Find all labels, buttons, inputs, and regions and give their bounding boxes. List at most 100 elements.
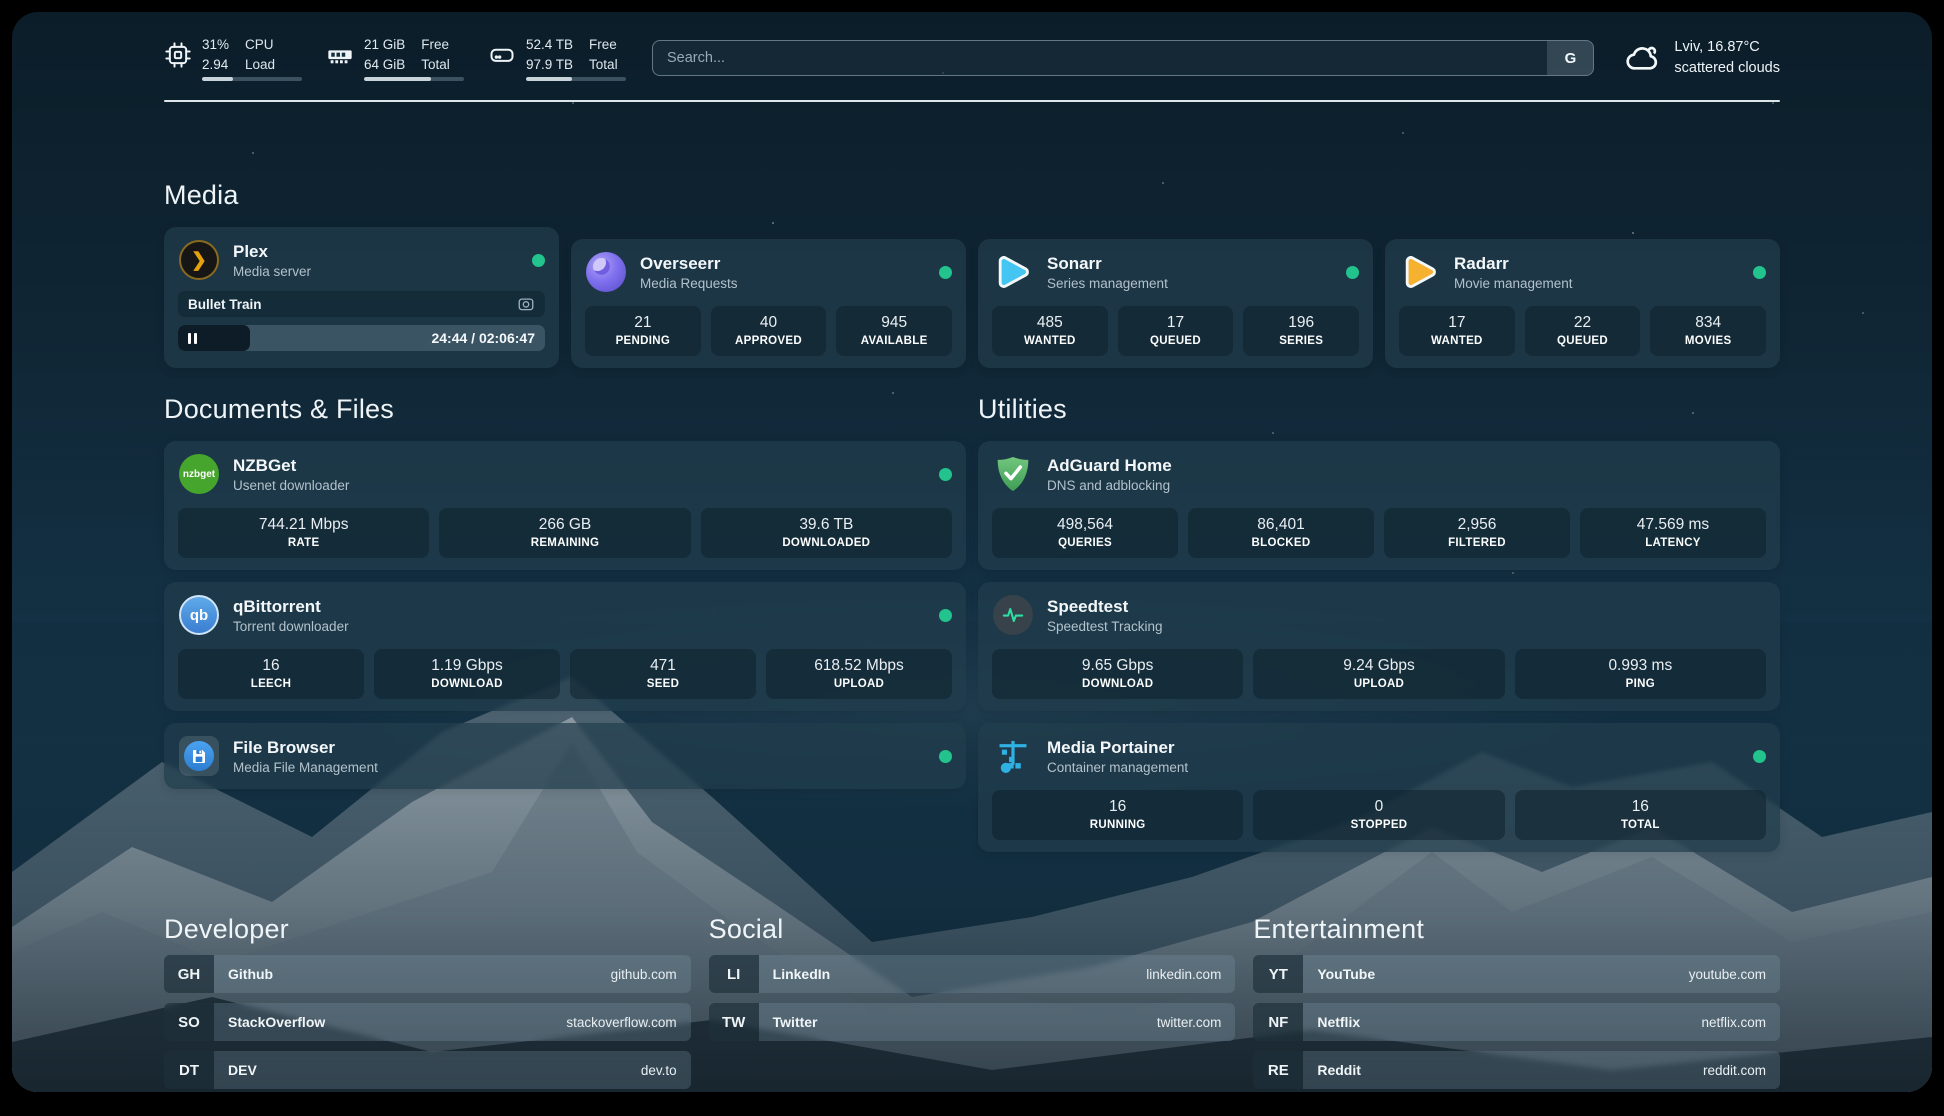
app-card-sonarr[interactable]: Sonarr Series management 485 WANTED 17 Q… (978, 239, 1373, 368)
stat-box: 21 PENDING (585, 306, 701, 356)
link-twitter[interactable]: TW Twitter twitter.com (709, 1003, 1236, 1041)
status-online-dot (1753, 750, 1766, 763)
qbittorrent-icon: qb (178, 594, 220, 636)
ram-free-value: 21 GiB (364, 35, 405, 55)
speedtest-icon (992, 594, 1034, 636)
app-subtitle: Media File Management (233, 760, 926, 775)
cpu-usage-value: 31% (202, 35, 229, 55)
app-subtitle: Usenet downloader (233, 478, 926, 493)
app-card-filebrowser[interactable]: File Browser Media File Management (164, 723, 966, 789)
stat-box: 16 TOTAL (1515, 790, 1766, 840)
search-bar[interactable]: G (652, 40, 1594, 76)
radarr-icon (1399, 251, 1441, 293)
app-subtitle: Media Requests (640, 276, 926, 291)
disk-free-label: Free (589, 35, 618, 55)
link-abbr-badge: DT (164, 1051, 214, 1089)
section-title-entertainment: Entertainment (1253, 914, 1780, 945)
search-engine-button[interactable]: G (1547, 41, 1593, 75)
stat-box: 471 SEED (570, 649, 756, 699)
ram-stat: 21 GiB 64 GiB Free Total (326, 35, 464, 81)
nzbget-icon: nzbget (178, 453, 220, 495)
link-abbr-badge: LI (709, 955, 759, 993)
disk-icon (488, 41, 516, 69)
search-input[interactable] (653, 50, 1547, 66)
app-title: Overseerr (640, 253, 926, 274)
stat-box: 744.21 Mbps RATE (178, 508, 429, 558)
stat-box: 0.993 ms PING (1515, 649, 1766, 699)
disk-total-label: Total (589, 55, 618, 75)
documents-column: Documents & Files nzbget NZBGet Usenet d… (164, 368, 966, 852)
app-card-portainer[interactable]: Media Portainer Container management 16 … (978, 723, 1780, 852)
links-section-entertainment: Entertainment YT YouTube youtube.com NF … (1253, 852, 1780, 1089)
app-subtitle: Speedtest Tracking (1047, 619, 1766, 634)
app-card-adguard[interactable]: AdGuard Home DNS and adblocking 498,564 … (978, 441, 1780, 570)
stat-box: 0 STOPPED (1253, 790, 1504, 840)
stat-box: 17 WANTED (1399, 306, 1515, 356)
stat-box: 17 QUEUED (1118, 306, 1234, 356)
app-card-overseerr[interactable]: Overseerr Media Requests 21 PENDING 40 A… (571, 239, 966, 368)
stat-box: 1.19 Gbps DOWNLOAD (374, 649, 560, 699)
app-subtitle: Torrent downloader (233, 619, 926, 634)
stat-box: 2,956 FILTERED (1384, 508, 1570, 558)
playback-time: 24:44 / 02:06:47 (431, 330, 535, 346)
section-title-social: Social (709, 914, 1236, 945)
pause-icon[interactable] (188, 333, 197, 344)
link-netflix[interactable]: NF Netflix netflix.com (1253, 1003, 1780, 1041)
stat-box: 834 MOVIES (1650, 306, 1766, 356)
links-section-social: Social LI LinkedIn linkedin.com TW Twitt… (709, 852, 1236, 1089)
cpu-icon (164, 41, 192, 69)
section-title-utilities: Utilities (978, 394, 1780, 425)
app-card-speedtest[interactable]: Speedtest Speedtest Tracking 9.65 Gbps D… (978, 582, 1780, 711)
app-card-nzbget[interactable]: nzbget NZBGet Usenet downloader 744.21 M… (164, 441, 966, 570)
app-subtitle: Container management (1047, 760, 1740, 775)
section-title-documents: Documents & Files (164, 394, 966, 425)
link-abbr-badge: NF (1253, 1003, 1303, 1041)
cpu-progress-bar (202, 77, 302, 81)
status-online-dot (939, 266, 952, 279)
status-online-dot (939, 750, 952, 763)
section-title-media: Media (164, 180, 1780, 211)
weather-condition: scattered clouds (1674, 58, 1780, 79)
stat-box: 9.24 Gbps UPLOAD (1253, 649, 1504, 699)
app-card-plex[interactable]: ❯ Plex Media server Bullet Train (164, 227, 559, 368)
playback-progress-bar[interactable]: 24:44 / 02:06:47 (178, 325, 545, 351)
app-subtitle: Media server (233, 264, 519, 279)
cpu-stat: 31% 2.94 CPU Load (164, 35, 302, 81)
link-youtube[interactable]: YT YouTube youtube.com (1253, 955, 1780, 993)
cloud-icon (1624, 39, 1662, 77)
dashboard-window: 31% 2.94 CPU Load (12, 12, 1932, 1092)
app-subtitle: DNS and adblocking (1047, 478, 1766, 493)
portainer-icon (992, 735, 1034, 777)
utilities-column: Utilities AdGuard Home (978, 368, 1780, 852)
app-title: AdGuard Home (1047, 455, 1766, 476)
section-title-developer: Developer (164, 914, 691, 945)
app-title: Speedtest (1047, 596, 1766, 617)
stat-box: 40 APPROVED (711, 306, 827, 356)
app-title: Sonarr (1047, 253, 1333, 274)
link-reddit[interactable]: RE Reddit reddit.com (1253, 1051, 1780, 1089)
link-stackoverflow[interactable]: SO StackOverflow stackoverflow.com (164, 1003, 691, 1041)
cpu-load-label: Load (245, 55, 275, 75)
disk-progress-bar (526, 77, 626, 81)
stat-box: 485 WANTED (992, 306, 1108, 356)
weather-widget[interactable]: Lviv, 16.87°C scattered clouds (1624, 37, 1780, 79)
stat-box: 9.65 Gbps DOWNLOAD (992, 649, 1243, 699)
now-playing-row: Bullet Train (178, 291, 545, 317)
ram-total-label: Total (421, 55, 450, 75)
weather-location: Lviv, 16.87°C (1674, 37, 1780, 58)
adguard-icon (992, 453, 1034, 495)
status-online-dot (1346, 266, 1359, 279)
app-title: qBittorrent (233, 596, 926, 617)
app-card-radarr[interactable]: Radarr Movie management 17 WANTED 22 QUE… (1385, 239, 1780, 368)
status-online-dot (939, 609, 952, 622)
app-subtitle: Series management (1047, 276, 1333, 291)
app-title: File Browser (233, 737, 926, 758)
stat-box: 47.569 ms LATENCY (1580, 508, 1766, 558)
status-online-dot (939, 468, 952, 481)
link-github[interactable]: GH Github github.com (164, 955, 691, 993)
ram-icon (326, 41, 354, 69)
disk-stat: 52.4 TB 97.9 TB Free Total (488, 35, 626, 81)
link-linkedin[interactable]: LI LinkedIn linkedin.com (709, 955, 1236, 993)
app-card-qbittorrent[interactable]: qb qBittorrent Torrent downloader 16 LEE… (164, 582, 966, 711)
link-dev[interactable]: DT DEV dev.to (164, 1051, 691, 1089)
